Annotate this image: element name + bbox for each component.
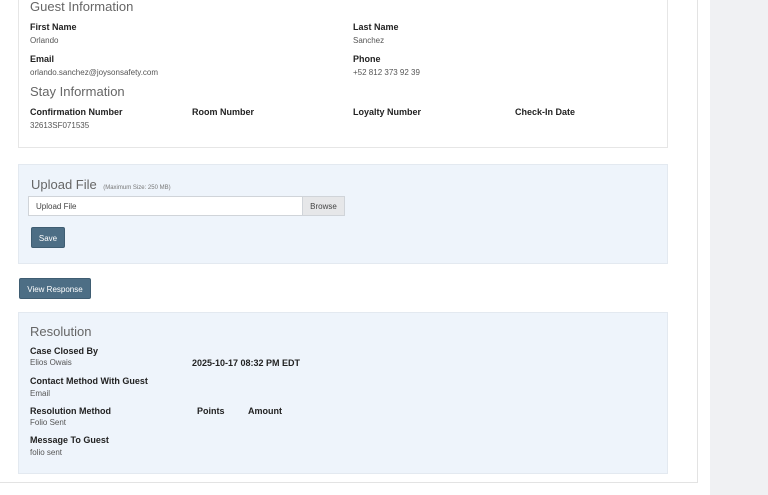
guest-information-card: Guest Information First Name Orlando Las… bbox=[18, 0, 668, 148]
loyalty-number-label: Loyalty Number bbox=[353, 107, 422, 117]
resolution-method-label: Resolution Method bbox=[30, 406, 111, 416]
points-label: Points bbox=[197, 406, 225, 416]
upload-file-input[interactable]: Upload File bbox=[28, 196, 303, 216]
confirmation-number-label: Confirmation Number bbox=[30, 107, 123, 117]
stay-information-title: Stay Information bbox=[30, 84, 125, 99]
resolution-method-value: Folio Sent bbox=[30, 418, 67, 427]
message-to-guest-value: folio sent bbox=[30, 448, 63, 457]
first-name-value: Orlando bbox=[30, 36, 59, 45]
upload-title-row: Upload File (Maximum Size: 250 MB) bbox=[31, 176, 171, 194]
message-to-guest-label: Message To Guest bbox=[30, 435, 109, 445]
closed-datetime: 2025-10-17 08:32 PM EDT bbox=[192, 358, 301, 368]
amount-label: Amount bbox=[248, 406, 282, 416]
last-name-value: Sanchez bbox=[353, 36, 385, 45]
check-in-date-label: Check-In Date bbox=[515, 107, 576, 117]
first-name-label: First Name bbox=[30, 22, 77, 32]
resolution-card: Resolution Case Closed By Elios Owais 20… bbox=[18, 312, 668, 474]
upload-file-title: Upload File bbox=[31, 177, 97, 192]
upload-max-size-note: (Maximum Size: 250 MB) bbox=[103, 185, 171, 191]
email-value: orlando.sanchez@joysonsafety.com bbox=[30, 68, 159, 77]
contact-method-label: Contact Method With Guest bbox=[30, 376, 148, 386]
upload-file-card: Upload File (Maximum Size: 250 MB) Uploa… bbox=[18, 164, 668, 264]
right-side-panel bbox=[710, 0, 768, 495]
case-closed-by-value: Elios Owais bbox=[30, 358, 72, 367]
case-closed-by-label: Case Closed By bbox=[30, 346, 99, 356]
confirmation-number-value: 32613SF071535 bbox=[30, 121, 90, 130]
guest-information-title: Guest Information bbox=[30, 0, 134, 14]
view-response-button[interactable]: View Response bbox=[19, 278, 91, 299]
contact-method-value: Email bbox=[30, 389, 51, 398]
last-name-label: Last Name bbox=[353, 22, 399, 32]
phone-label: Phone bbox=[353, 54, 381, 64]
room-number-label: Room Number bbox=[192, 107, 255, 117]
save-button[interactable]: Save bbox=[31, 227, 65, 248]
phone-value: +52 812 373 92 39 bbox=[353, 68, 420, 77]
resolution-title: Resolution bbox=[30, 324, 92, 339]
browse-button[interactable]: Browse bbox=[302, 196, 345, 216]
email-label: Email bbox=[30, 54, 55, 64]
